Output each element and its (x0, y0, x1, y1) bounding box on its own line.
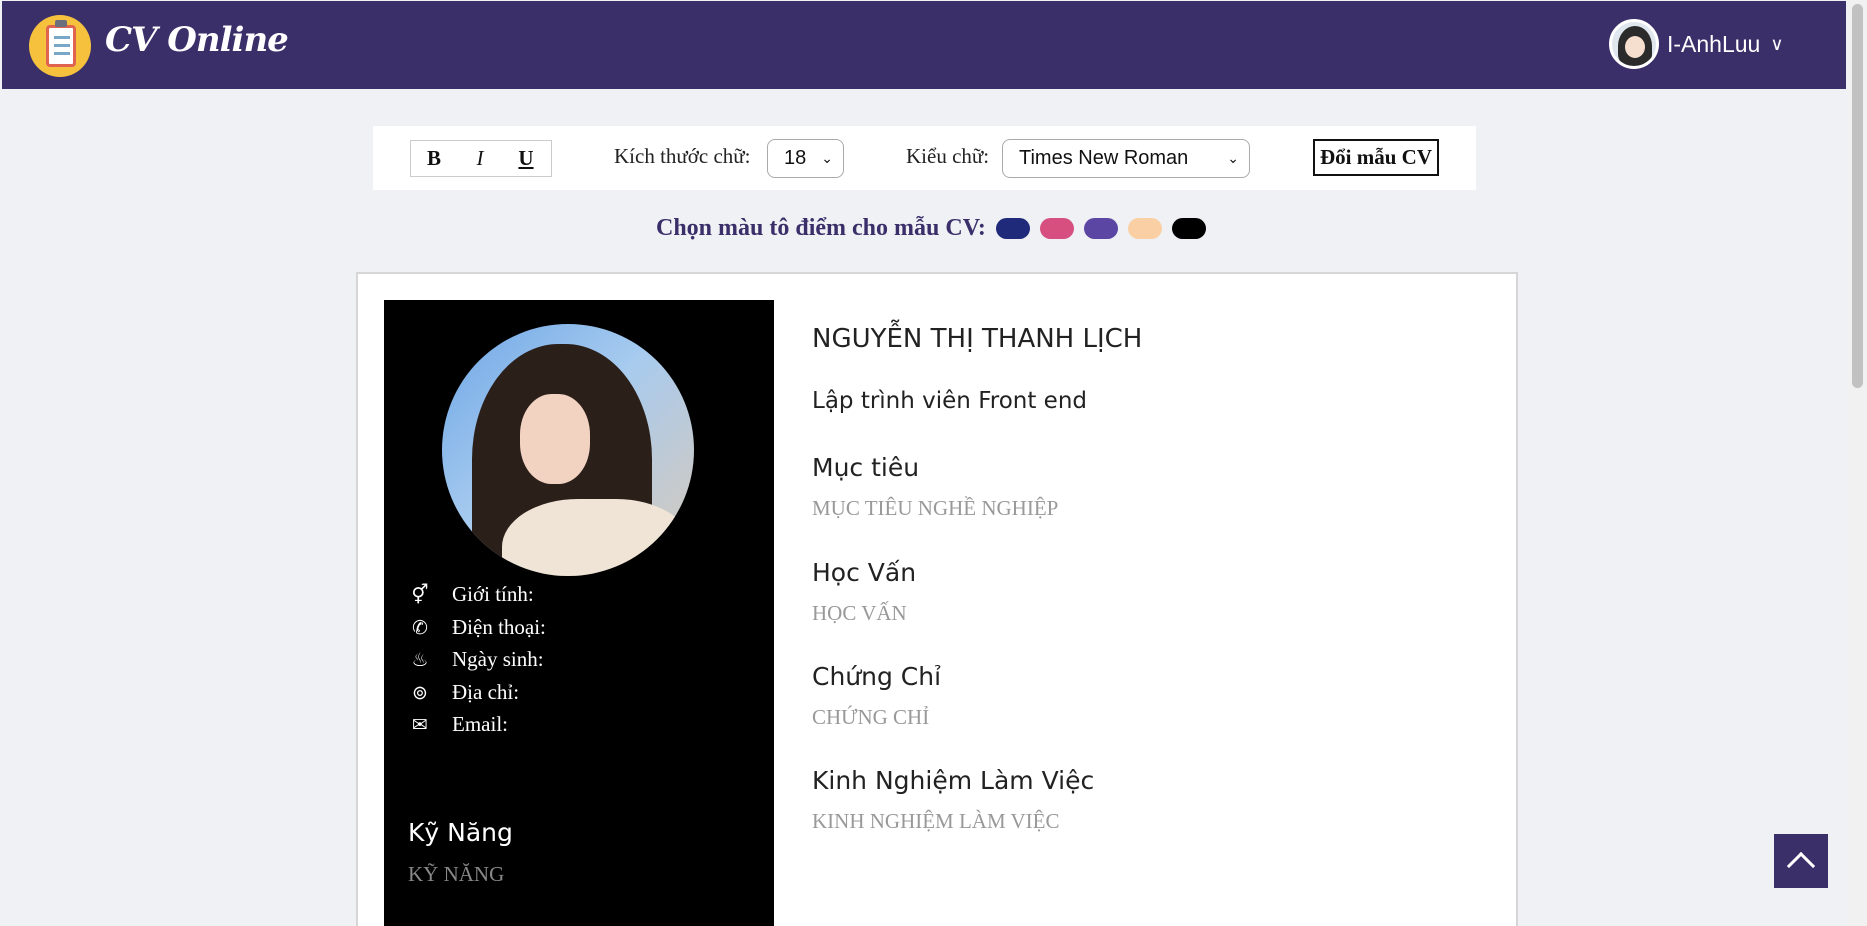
font-family-value: Times New Roman (1019, 147, 1189, 169)
info-address[interactable]: ⊚ Địa chỉ: (408, 680, 748, 705)
gender-icon: ⚥ (411, 583, 429, 606)
vertical-scrollbar[interactable] (1848, 0, 1867, 926)
phone-label: Điện thoại: (452, 615, 546, 639)
location-pin-icon: ⊚ (412, 681, 428, 704)
skills-title[interactable]: Kỹ Năng (408, 818, 513, 847)
color-picker: Chọn màu tô điểm cho mẫu CV: (656, 215, 1216, 242)
info-gender[interactable]: ⚥ Giới tính: (408, 582, 748, 607)
info-phone[interactable]: ✆ Điện thoại: (408, 615, 748, 640)
scrollbar-thumb[interactable] (1852, 4, 1863, 388)
text-format-group: B I U (410, 140, 552, 177)
color-swatch-pink[interactable] (1039, 218, 1074, 239)
change-template-button[interactable]: Đổi mẫu CV (1313, 139, 1439, 176)
user-menu[interactable]: I-AnhLuu ∨ (1609, 19, 1784, 69)
address-label: Địa chỉ: (452, 680, 520, 704)
birthday-label: Ngày sinh: (452, 647, 544, 671)
chevron-up-icon (1786, 851, 1816, 881)
avatar[interactable] (1609, 19, 1659, 69)
color-swatch-navy[interactable] (995, 218, 1030, 239)
skills-placeholder[interactable]: KỸ NĂNG (408, 862, 504, 887)
experience-placeholder[interactable]: KINH NGHIỆM LÀM VIỆC (812, 809, 1060, 834)
cv-preview: ⚥ Giới tính: ✆ Điện thoại: ♨ Ngày sinh: … (356, 272, 1518, 926)
clipboard-logo-icon[interactable] (29, 15, 91, 77)
color-swatch-black[interactable] (1171, 218, 1206, 239)
certificates-title[interactable]: Chứng Chỉ (812, 662, 941, 691)
info-birthday[interactable]: ♨ Ngày sinh: (408, 647, 748, 672)
education-placeholder[interactable]: HỌC VẤN (812, 601, 907, 626)
education-title[interactable]: Học Vấn (812, 558, 916, 587)
username[interactable]: I-AnhLuu (1667, 31, 1760, 58)
candidate-role[interactable]: Lập trình viên Front end (812, 388, 1087, 414)
cv-sidebar: ⚥ Giới tính: ✆ Điện thoại: ♨ Ngày sinh: … (384, 300, 774, 926)
top-navbar: CV Online I-AnhLuu ∨ (2, 1, 1846, 89)
profile-photo[interactable] (442, 324, 694, 576)
color-swatch-peach[interactable] (1127, 218, 1162, 239)
objective-placeholder[interactable]: MỤC TIÊU NGHỀ NGHIỆP (812, 496, 1058, 521)
phone-icon: ✆ (412, 616, 428, 639)
format-toolbar: B I U Kích thước chữ: 18 ⌄ Kiểu chữ: Tim… (373, 126, 1476, 190)
email-label: Email: (452, 712, 508, 736)
info-email[interactable]: ✉ Email: (408, 712, 748, 737)
font-size-label: Kích thước chữ: (614, 144, 751, 168)
envelope-icon: ✉ (412, 713, 428, 736)
back-to-top-button[interactable] (1774, 834, 1828, 888)
brand-title[interactable]: CV Online (105, 20, 289, 60)
experience-title[interactable]: Kinh Nghiệm Làm Việc (812, 766, 1094, 795)
chevron-down-icon: ⌄ (1227, 150, 1239, 166)
birthday-cake-icon: ♨ (411, 648, 429, 671)
underline-button[interactable]: U (503, 146, 549, 171)
candidate-name[interactable]: NGUYỄN THỊ THANH LỊCH (812, 324, 1142, 354)
color-swatch-purple[interactable] (1083, 218, 1118, 239)
chevron-down-icon: ⌄ (821, 150, 833, 166)
certificates-placeholder[interactable]: CHỨNG CHỈ (812, 705, 929, 730)
objective-title[interactable]: Mục tiêu (812, 453, 919, 482)
italic-button[interactable]: I (457, 146, 503, 171)
font-size-value: 18 (784, 147, 807, 169)
gender-label: Giới tính: (452, 582, 534, 606)
font-family-label: Kiểu chữ: (906, 144, 990, 168)
font-family-select[interactable]: Times New Roman ⌄ (1002, 139, 1250, 178)
bold-button[interactable]: B (411, 146, 457, 171)
font-size-select[interactable]: 18 ⌄ (767, 139, 844, 178)
color-picker-label: Chọn màu tô điểm cho mẫu CV: (656, 215, 986, 241)
chevron-down-icon[interactable]: ∨ (1770, 34, 1783, 55)
